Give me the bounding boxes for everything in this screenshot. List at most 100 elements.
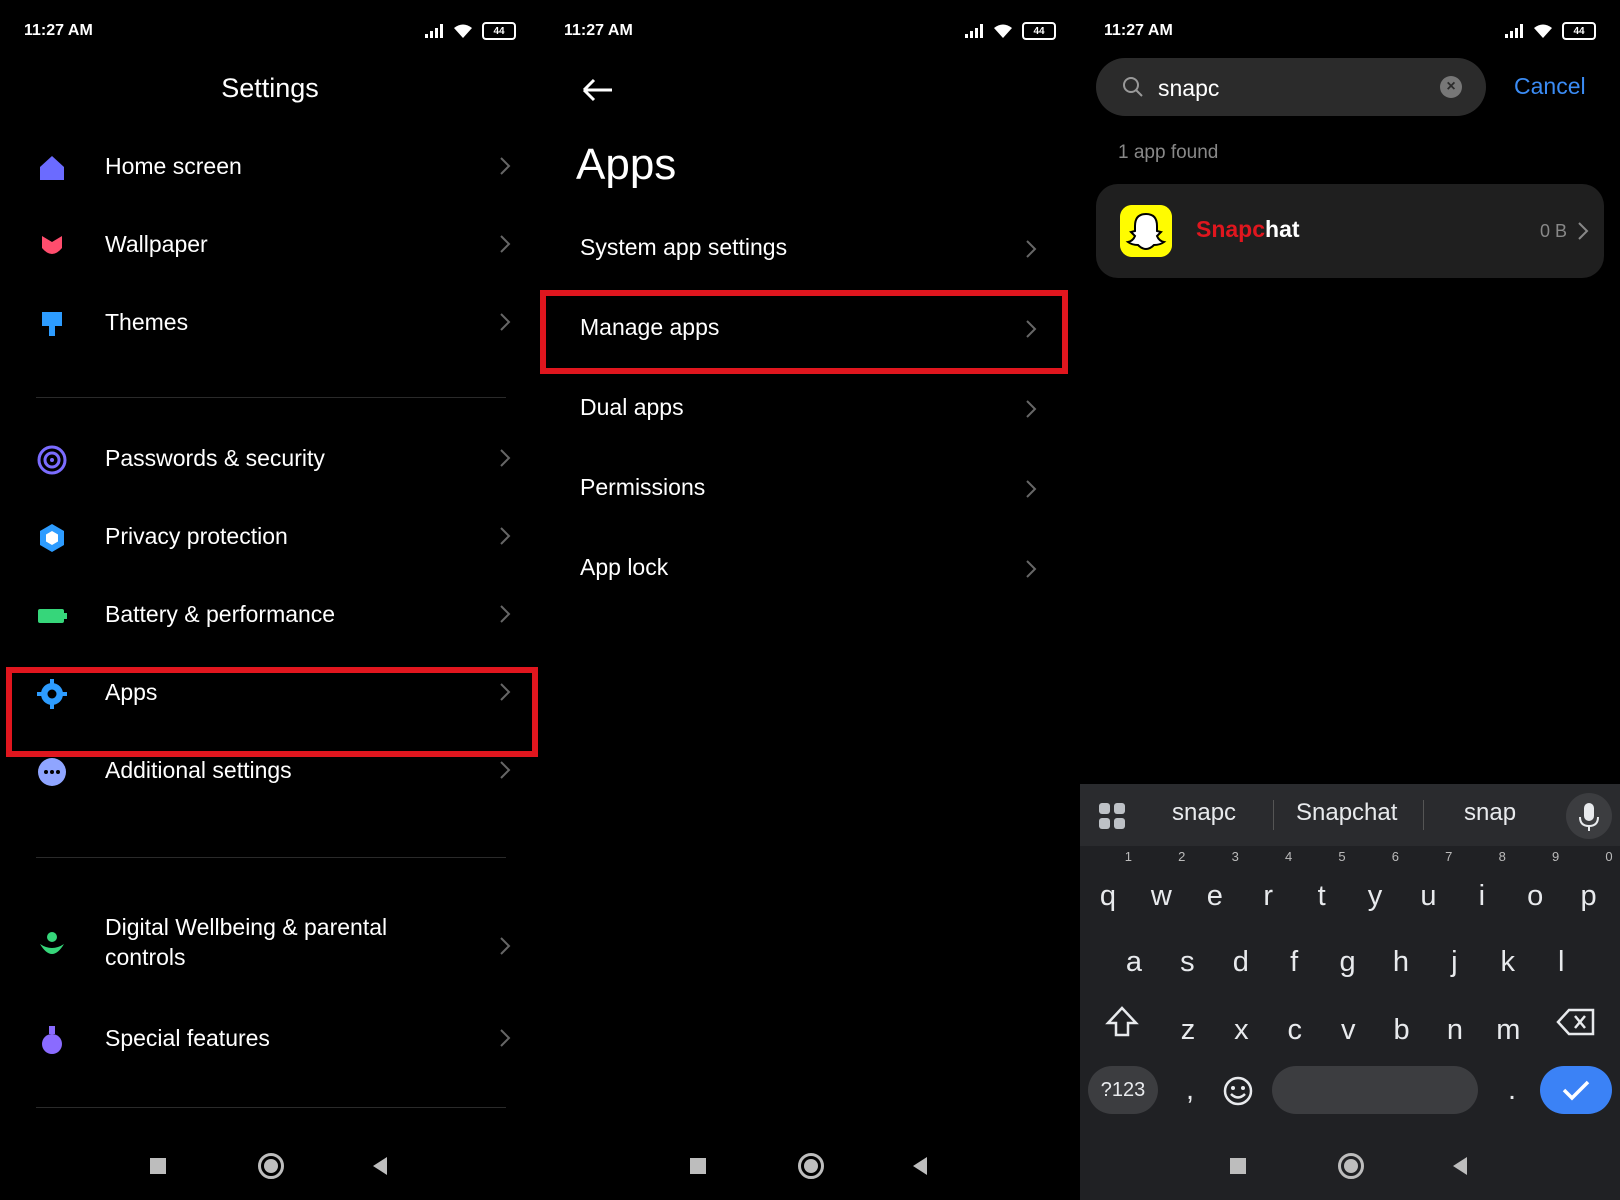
recents-button[interactable] bbox=[150, 1158, 166, 1174]
key-b[interactable]: b bbox=[1376, 998, 1428, 1062]
settings-item-label: Wallpaper bbox=[105, 231, 208, 257]
apps-grid-icon[interactable] bbox=[1098, 802, 1126, 830]
keyboard: snapc Snapchat snap q1w2e3r4t5y6u7i8o9p0… bbox=[1080, 784, 1620, 1200]
signal-icon bbox=[965, 24, 983, 38]
suggestion-1[interactable]: snapc bbox=[1172, 799, 1236, 827]
key-i[interactable]: i8 bbox=[1456, 850, 1508, 928]
mic-icon bbox=[1579, 803, 1599, 831]
mic-button[interactable] bbox=[1566, 793, 1612, 839]
app-result-snapchat[interactable]: Snapchat 0 B bbox=[1096, 184, 1604, 278]
tulip-icon bbox=[42, 236, 62, 254]
key-g[interactable]: g bbox=[1322, 930, 1374, 994]
suggestion-2[interactable]: Snapchat bbox=[1296, 799, 1397, 827]
signal-icon bbox=[1505, 24, 1523, 38]
key-r[interactable]: r4 bbox=[1242, 850, 1294, 928]
settings-item-digital-wellbeing[interactable]: Digital Wellbeing & parental controls bbox=[0, 908, 540, 998]
back-button[interactable] bbox=[913, 1157, 927, 1175]
divider bbox=[36, 397, 506, 398]
chevron-right-icon bbox=[1026, 240, 1037, 258]
key-n[interactable]: n bbox=[1429, 998, 1481, 1062]
key-f[interactable]: f bbox=[1268, 930, 1320, 994]
clear-search-button[interactable]: × bbox=[1440, 76, 1462, 98]
recents-button[interactable] bbox=[690, 1158, 706, 1174]
app-search-screen: 11:27 AM 44 × Cancel 1 app found Snapcha… bbox=[1080, 0, 1620, 1200]
key-p[interactable]: p0 bbox=[1563, 850, 1615, 928]
snapchat-ghost-icon bbox=[1120, 205, 1172, 257]
settings-item-themes[interactable]: Themes bbox=[0, 288, 540, 358]
settings-item-additional-settings[interactable]: Additional settings bbox=[0, 736, 540, 806]
divider bbox=[36, 1107, 506, 1108]
enter-key[interactable] bbox=[1540, 1066, 1612, 1114]
key-t[interactable]: t5 bbox=[1296, 850, 1348, 928]
comma-key[interactable]: , bbox=[1164, 1058, 1216, 1122]
back-button[interactable] bbox=[1453, 1157, 1467, 1175]
search-input[interactable] bbox=[1156, 70, 1430, 106]
back-arrow-icon[interactable] bbox=[580, 76, 616, 104]
app-size: 0 B bbox=[1540, 221, 1568, 241]
apps-item-dual-apps[interactable]: Dual apps bbox=[540, 375, 1080, 445]
apps-item-system-app-settings[interactable]: System app settings bbox=[540, 215, 1080, 285]
space-key[interactable] bbox=[1272, 1066, 1478, 1114]
key-h[interactable]: h bbox=[1375, 930, 1427, 994]
settings-item-special-features[interactable]: Special features bbox=[0, 1004, 540, 1074]
settings-item-label: Home screen bbox=[105, 153, 242, 179]
wifi-icon bbox=[994, 24, 1012, 38]
home-button[interactable] bbox=[798, 1153, 824, 1179]
key-e[interactable]: e3 bbox=[1189, 850, 1241, 928]
divider bbox=[1423, 800, 1424, 830]
cancel-button[interactable]: Cancel bbox=[1514, 73, 1586, 100]
key-j[interactable]: j bbox=[1428, 930, 1480, 994]
chevron-right-icon bbox=[1026, 560, 1037, 578]
shift-icon[interactable] bbox=[1104, 1004, 1140, 1040]
recents-button[interactable] bbox=[1230, 1158, 1246, 1174]
key-v[interactable]: v bbox=[1322, 998, 1374, 1062]
settings-item-battery-performance[interactable]: Battery & performance bbox=[0, 580, 540, 650]
more-icon bbox=[38, 758, 66, 786]
key-o[interactable]: o9 bbox=[1509, 850, 1561, 928]
settings-item-label: Privacy protection bbox=[105, 523, 288, 549]
settings-item-label: Battery & performance bbox=[105, 601, 336, 627]
apps-item-app-lock[interactable]: App lock bbox=[540, 535, 1080, 605]
suggestion-3[interactable]: snap bbox=[1464, 799, 1516, 827]
key-z[interactable]: z bbox=[1162, 998, 1214, 1062]
settings-item-label: Special features bbox=[105, 1025, 270, 1051]
settings-item-wallpaper[interactable]: Wallpaper bbox=[0, 210, 540, 280]
settings-screen: 11:27 AM 44 Settings Home screen Wallpap… bbox=[0, 0, 540, 1200]
key-a[interactable]: a bbox=[1108, 930, 1160, 994]
settings-item-home-screen[interactable]: Home screen bbox=[0, 132, 540, 202]
key-u[interactable]: u7 bbox=[1402, 850, 1454, 928]
settings-item-passwords-security[interactable]: Passwords & security bbox=[0, 424, 540, 494]
chevron-right-icon bbox=[1026, 480, 1037, 498]
key-x[interactable]: x bbox=[1215, 998, 1267, 1062]
chevron-right-icon bbox=[500, 761, 511, 779]
chevron-right-icon bbox=[500, 313, 511, 331]
period-key[interactable]: . bbox=[1486, 1058, 1538, 1122]
status-time: 11:27 AM bbox=[1104, 22, 1173, 39]
apps-item-permissions[interactable]: Permissions bbox=[540, 455, 1080, 525]
chevron-right-icon bbox=[500, 157, 511, 175]
search-bar: × bbox=[1096, 58, 1486, 116]
key-c[interactable]: c bbox=[1269, 998, 1321, 1062]
app-name: Snapchat bbox=[1196, 216, 1300, 243]
apps-item-label: App lock bbox=[580, 554, 669, 580]
key-y[interactable]: y6 bbox=[1349, 850, 1401, 928]
key-w[interactable]: w2 bbox=[1135, 850, 1187, 928]
checkmark-icon bbox=[1562, 1080, 1590, 1101]
settings-item-privacy-protection[interactable]: Privacy protection bbox=[0, 502, 540, 572]
symbols-key[interactable]: ?123 bbox=[1088, 1066, 1158, 1114]
key-d[interactable]: d bbox=[1215, 930, 1267, 994]
key-m[interactable]: m bbox=[1482, 998, 1534, 1062]
home-button[interactable] bbox=[258, 1153, 284, 1179]
key-q[interactable]: q1 bbox=[1082, 850, 1134, 928]
nav-bar bbox=[0, 1146, 540, 1186]
apps-screen: 11:27 AM 44 Apps System app settings Man… bbox=[540, 0, 1080, 1200]
key-k[interactable]: k bbox=[1482, 930, 1534, 994]
home-button[interactable] bbox=[1338, 1153, 1364, 1179]
nav-bar bbox=[540, 1146, 1080, 1186]
backspace-icon[interactable] bbox=[1556, 1006, 1596, 1038]
status-time: 11:27 AM bbox=[564, 22, 633, 39]
emoji-icon[interactable] bbox=[1222, 1075, 1254, 1107]
back-button[interactable] bbox=[373, 1157, 387, 1175]
key-s[interactable]: s bbox=[1161, 930, 1213, 994]
key-l[interactable]: l bbox=[1535, 930, 1587, 994]
